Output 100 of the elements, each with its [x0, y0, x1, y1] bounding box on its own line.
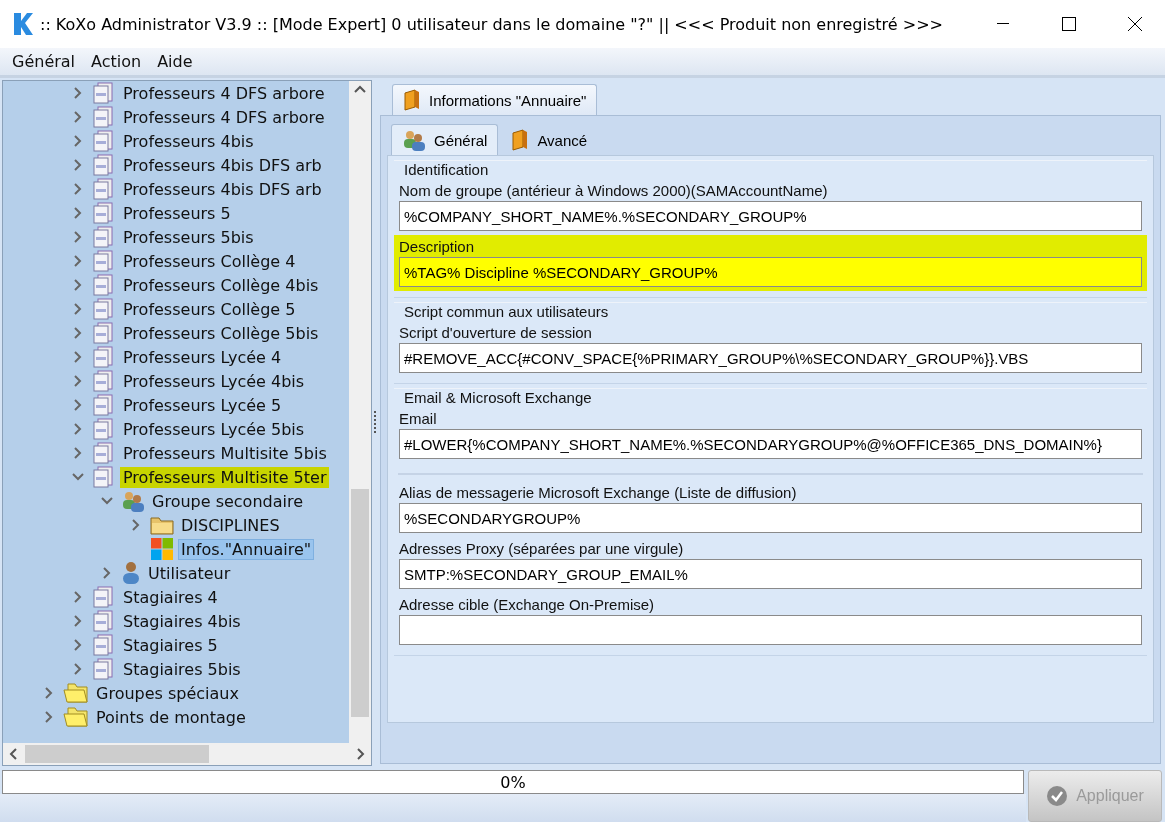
chevron-right-icon[interactable]: [72, 111, 84, 123]
group-document-icon: [92, 130, 116, 152]
chevron-right-icon[interactable]: [43, 711, 55, 723]
splitter-grip-icon[interactable]: [373, 411, 377, 435]
tree-item[interactable]: Professeurs Lycée 5: [120, 394, 285, 416]
chevron-right-icon[interactable]: [72, 423, 84, 435]
input-field[interactable]: [399, 615, 1142, 645]
tree-item[interactable]: Utilisateur: [145, 562, 234, 584]
field-label: Alias de messagerie Microsoft Exchange (Liste de diffusion): [399, 483, 798, 503]
group-document-icon: [92, 82, 116, 104]
tab[interactable]: Avancé: [500, 124, 599, 155]
chevron-right-icon[interactable]: [72, 615, 84, 627]
horizontal-scrollbar[interactable]: [3, 743, 371, 765]
chevron-right-icon[interactable]: [72, 351, 84, 363]
group-document-icon: [92, 250, 116, 272]
field-label: Adresse cible (Exchange On-Premise): [399, 595, 656, 615]
group-document-icon: [92, 634, 116, 656]
tree-item[interactable]: Stagiaires 5: [120, 634, 221, 656]
input-field[interactable]: #REMOVE_ACC{#CONV_SPACE{%PRIMARY_GROUP%\%SECONDARY_GROUP%}}.VBS: [399, 343, 1142, 373]
tree-item[interactable]: Stagiaires 5bis: [120, 658, 244, 680]
tab[interactable]: Général: [391, 124, 499, 155]
tree-item[interactable]: Professeurs 4 DFS arbore: [120, 106, 328, 128]
field-label: Script d'ouverture de session: [399, 323, 593, 343]
chevron-right-icon[interactable]: [72, 447, 84, 459]
menu-item[interactable]: Général: [4, 52, 84, 71]
chevron-right-icon[interactable]: [72, 255, 84, 267]
chevron-right-icon[interactable]: [72, 591, 84, 603]
tree-item[interactable]: Professeurs Collège 4bis: [120, 274, 322, 296]
input-field[interactable]: %SECONDARYGROUP%: [399, 503, 1142, 533]
chevron-right-icon[interactable]: [72, 279, 84, 291]
vertical-scrollbar[interactable]: [349, 81, 371, 743]
tree-item[interactable]: Professeurs Multisite 5bis: [120, 442, 330, 464]
tree-item[interactable]: Professeurs Lycée 4bis: [120, 370, 308, 392]
chevron-right-icon[interactable]: [72, 375, 84, 387]
progress-text: 0%: [500, 772, 526, 792]
field-label: Adresses Proxy (séparées par une virgule): [399, 539, 685, 559]
chevron-right-icon[interactable]: [72, 135, 84, 147]
user-icon: [121, 561, 141, 585]
chevron-right-icon[interactable]: [72, 303, 84, 315]
tree-item[interactable]: Professeurs Lycée 5bis: [120, 418, 308, 440]
chevron-right-icon[interactable]: [130, 519, 142, 531]
group-document-icon: [92, 322, 116, 344]
menu-item[interactable]: Aide: [149, 52, 201, 71]
group-document-icon: [92, 154, 116, 176]
folder-icon: [63, 682, 89, 704]
tree-item[interactable]: Professeurs 4bis DFS arb: [120, 154, 325, 176]
section-title: Script commun aux utilisateurs: [403, 303, 610, 321]
tree-item[interactable]: Stagiaires 4bis: [120, 610, 244, 632]
chevron-right-icon[interactable]: [72, 87, 84, 99]
tree-item[interactable]: DISCIPLINES: [178, 514, 283, 536]
tree-item[interactable]: Professeurs Multisite 5ter: [120, 466, 330, 488]
input-field[interactable]: %COMPANY_SHORT_NAME%.%SECONDARY_GROUP%: [399, 201, 1142, 231]
chevron-down-icon[interactable]: [72, 471, 84, 483]
tree-item[interactable]: Professeurs Collège 4: [120, 250, 299, 272]
group-document-icon: [92, 106, 116, 128]
input-field[interactable]: SMTP:%SECONDARY_GROUP_EMAIL%: [399, 559, 1142, 589]
group-document-icon: [92, 178, 116, 200]
tree-item[interactable]: Points de montage: [93, 706, 249, 728]
group-document-icon: [92, 226, 116, 248]
chevron-right-icon[interactable]: [43, 687, 55, 699]
tree-item[interactable]: Infos."Annuaire": [178, 538, 315, 560]
group-document-icon: [92, 466, 116, 488]
chevron-right-icon[interactable]: [72, 327, 84, 339]
group-document-icon: [92, 346, 116, 368]
input-field[interactable]: #LOWER{%COMPANY_SHORT_NAME%.%SECONDARYGROUP%@%OFFICE365_DNS_DOMAIN%}: [399, 429, 1142, 459]
section-title: Identification: [403, 161, 490, 179]
menu-item[interactable]: Action: [83, 52, 150, 71]
chevron-down-icon[interactable]: [101, 495, 113, 507]
group-document-icon: [92, 658, 116, 680]
tree-item[interactable]: Professeurs 4 DFS arbore: [120, 82, 328, 104]
book-icon: [403, 89, 421, 111]
field-label: Email: [399, 409, 438, 429]
tree-item[interactable]: Professeurs 5bis: [120, 226, 257, 248]
group-document-icon: [92, 370, 116, 392]
tree-item[interactable]: Professeurs 4bis: [120, 130, 257, 152]
app-logo-icon: [12, 12, 34, 36]
group-document-icon: [92, 418, 116, 440]
tree-item[interactable]: Professeurs Collège 5bis: [120, 322, 322, 344]
maximize-icon: [1062, 17, 1076, 31]
tree-item[interactable]: Stagiaires 4: [120, 586, 221, 608]
tree-item[interactable]: Professeurs 4bis DFS arb: [120, 178, 325, 200]
tree-item[interactable]: Groupes spéciaux: [93, 682, 242, 704]
close-icon: [1128, 17, 1142, 31]
tree-item[interactable]: Professeurs Collège 5: [120, 298, 299, 320]
chevron-right-icon[interactable]: [72, 183, 84, 195]
group-document-icon: [92, 586, 116, 608]
chevron-right-icon[interactable]: [101, 567, 113, 579]
group-document-icon: [92, 394, 116, 416]
chevron-right-icon[interactable]: [72, 207, 84, 219]
folder-icon: [63, 706, 89, 728]
tree-item[interactable]: Professeurs 5: [120, 202, 234, 224]
chevron-right-icon[interactable]: [72, 231, 84, 243]
chevron-right-icon[interactable]: [72, 399, 84, 411]
tree-item[interactable]: Groupe secondaire: [149, 490, 307, 512]
tab[interactable]: Informations "Annuaire": [392, 84, 598, 115]
chevron-right-icon[interactable]: [72, 639, 84, 651]
chevron-right-icon[interactable]: [72, 663, 84, 675]
chevron-right-icon[interactable]: [72, 159, 84, 171]
tree-item[interactable]: Professeurs Lycée 4: [120, 346, 285, 368]
input-field[interactable]: %TAG% Discipline %SECONDARY_GROUP%: [399, 257, 1142, 287]
